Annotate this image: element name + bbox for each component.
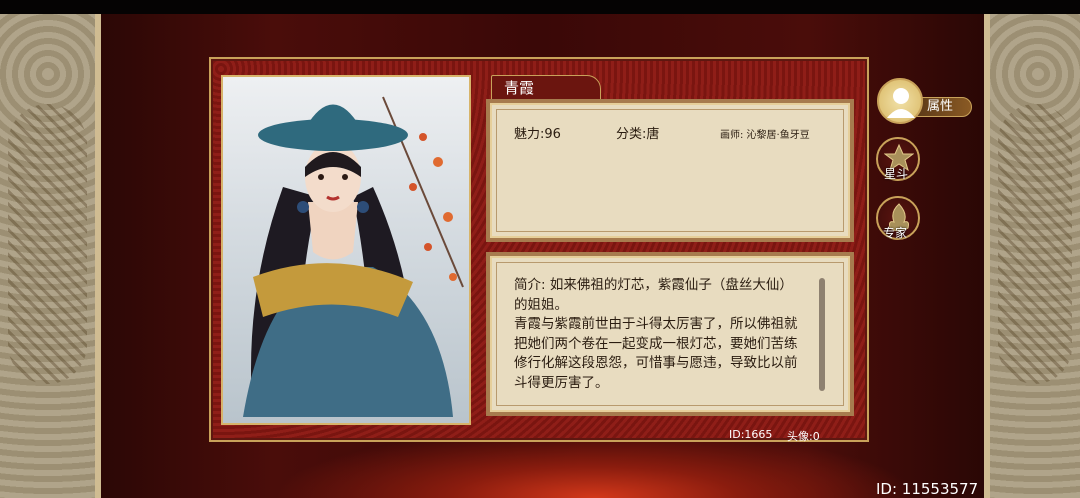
character-card: 青霞 魅力:96 分类:唐 画师: 沁黎居·鱼牙豆 简介: 如来佛祖的灯芯，紫霞… <box>209 57 869 443</box>
character-id: ID:1665 <box>729 428 773 441</box>
dragon-pattern <box>998 104 1072 384</box>
tab-expert-label: 专家 <box>883 226 908 240</box>
player-id: ID: 11553577 <box>876 480 979 498</box>
tab-attributes[interactable] <box>877 78 923 124</box>
description-scrollbar[interactable] <box>819 278 825 391</box>
character-portrait <box>221 75 471 425</box>
character-name: 青霞 <box>491 75 601 101</box>
portrait-illustration <box>243 96 464 417</box>
stats-panel: 魅力:96 分类:唐 画师: 沁黎居·鱼牙豆 <box>486 99 854 242</box>
tab-attributes-label[interactable]: 属性 <box>916 97 972 117</box>
right-decor-panel <box>984 14 1080 498</box>
description-text: 简介: 如来佛祖的灯芯，紫霞仙子（盘丝大仙）的姐姐。 青霞与紫霞前世由于斗得太厉… <box>514 277 798 391</box>
left-decor-panel <box>0 14 101 498</box>
tab-stars-label: 星斗 <box>884 167 909 181</box>
dragon-pattern <box>8 104 87 384</box>
avatar-count: 头像:0 <box>787 430 820 443</box>
artist-credit: 画师: 沁黎居·鱼牙豆 <box>720 130 810 141</box>
person-icon <box>887 88 915 118</box>
status-bar <box>0 0 1080 14</box>
category-stat: 分类:唐 <box>616 127 660 142</box>
description-panel[interactable]: 简介: 如来佛祖的灯芯，紫霞仙子（盘丝大仙）的姐姐。 青霞与紫霞前世由于斗得太厉… <box>486 252 854 416</box>
charm-stat: 魅力:96 <box>514 127 561 142</box>
